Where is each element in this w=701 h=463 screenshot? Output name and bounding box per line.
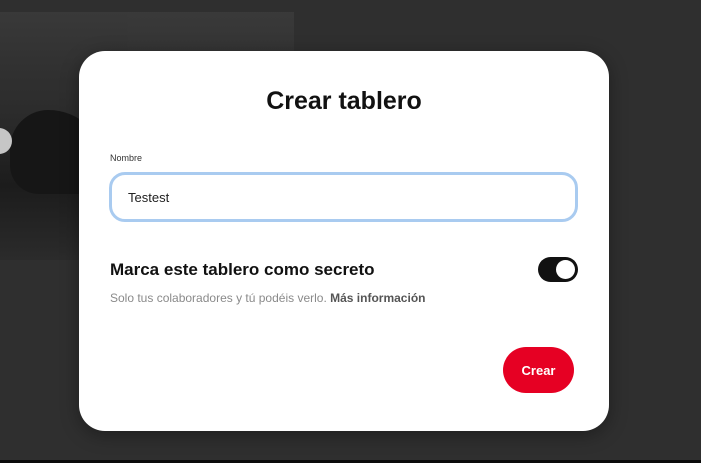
secret-board-label: Marca este tablero como secreto <box>110 260 375 279</box>
create-button[interactable]: Crear <box>503 347 574 393</box>
more-info-link[interactable]: Más información <box>330 291 425 305</box>
name-field-label: Nombre <box>110 153 143 163</box>
secret-toggle[interactable] <box>538 257 578 282</box>
toggle-knob <box>556 260 575 279</box>
dialog-title: Crear tablero <box>266 87 422 115</box>
screen: Crear tablero Nombre Marca este tablero … <box>0 0 701 463</box>
create-board-dialog: Crear tablero Nombre Marca este tablero … <box>79 51 609 431</box>
board-name-input[interactable] <box>109 172 578 222</box>
secret-description: Solo tus colaboradores y tú podéis verlo… <box>110 291 425 305</box>
secret-description-text: Solo tus colaboradores y tú podéis verlo… <box>110 291 331 305</box>
